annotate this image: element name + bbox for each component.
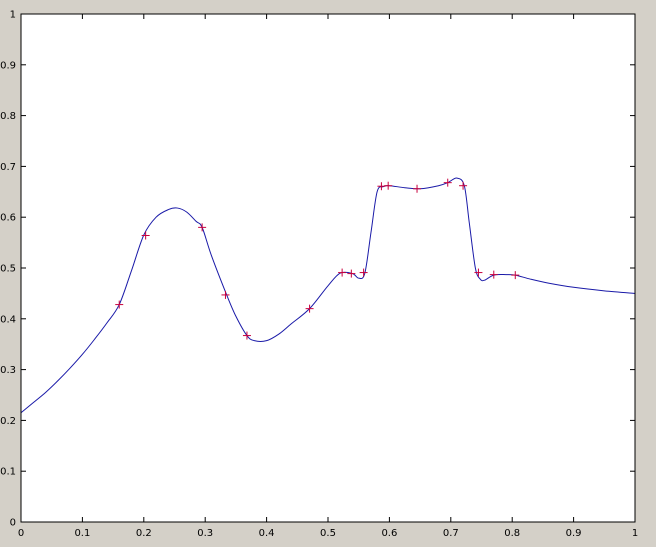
figure-window: 0 0.1 0.2 0.3 0.4 0.5 0.6 0.7 0.8 0.9 1 0 0.1 0.2 0.3…: [0, 0, 656, 547]
axes-background: [21, 14, 635, 522]
x-tick-label: 0.3: [197, 528, 213, 539]
x-tick-label: 0.4: [259, 528, 275, 539]
y-tick-label: 0.5: [0, 264, 16, 275]
x-tick-label: 1: [632, 528, 638, 539]
plot-figure: 0 0.1 0.2 0.3 0.4 0.5 0.6 0.7 0.8 0.9 1 0 0.1 0.2 0.3…: [0, 10, 638, 540]
x-tick-label: 0.2: [136, 528, 152, 539]
y-tick-label: 0.3: [0, 365, 16, 376]
x-tick-label: 0.8: [504, 528, 520, 539]
y-tick-label: 0.2: [0, 416, 16, 427]
x-tick-label: 0.1: [74, 528, 90, 539]
y-tick-label: 0.8: [0, 111, 16, 122]
y-tick-label: 0.7: [0, 162, 16, 173]
x-tick-label: 0.9: [566, 528, 582, 539]
y-tick-label: 0.9: [0, 60, 16, 71]
y-tick-label: 0.4: [0, 314, 16, 325]
y-tick-label: 0.6: [0, 213, 16, 224]
x-tick-label: 0.7: [443, 528, 459, 539]
y-axis-tick-labels: 0 0.1 0.2 0.3 0.4 0.5 0.6 0.7 0.8 0.9 1: [0, 10, 16, 529]
y-tick-label: 0.1: [0, 467, 16, 478]
x-tick-label: 0: [18, 528, 24, 539]
x-tick-label: 0.5: [320, 528, 336, 539]
x-axis-tick-labels: 0 0.1 0.2 0.3 0.4 0.5 0.6 0.7 0.8 0.9 1: [18, 528, 638, 539]
y-tick-label: 1: [10, 10, 16, 21]
y-tick-label: 0: [10, 518, 16, 529]
x-tick-label: 0.6: [381, 528, 397, 539]
